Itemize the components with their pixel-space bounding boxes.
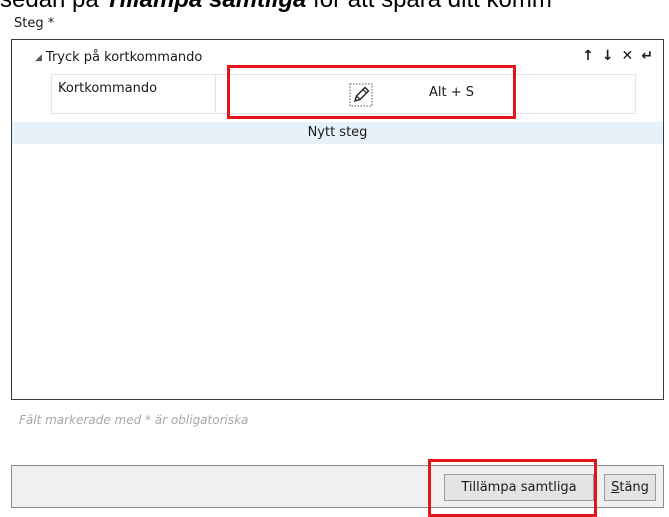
close-label-rest: täng <box>619 480 649 495</box>
step-title: Tryck på kortkommando <box>45 50 203 65</box>
close-button[interactable]: Stäng <box>604 474 656 501</box>
steps-label: Steg * <box>14 16 55 31</box>
expand-triangle-icon[interactable]: ◢ <box>35 53 42 63</box>
new-step-button[interactable]: Nytt steg <box>12 122 663 144</box>
instruction-text: sedan på Tillämpa samtliga för att spara… <box>0 0 669 12</box>
instruction-before: sedan på <box>0 0 105 12</box>
highlight-box-shortcut <box>227 65 516 119</box>
move-down-icon[interactable]: ↓ <box>602 48 614 64</box>
move-up-icon[interactable]: ↑ <box>582 48 594 64</box>
step-toolbar: ↑ ↓ ✕ ↵ <box>582 48 653 64</box>
highlight-box-apply <box>428 459 597 517</box>
step-header[interactable]: ◢ Tryck på kortkommando <box>35 50 202 65</box>
instruction-after: för att spara ditt komm <box>306 0 552 12</box>
indent-icon[interactable]: ↵ <box>641 48 653 64</box>
delete-icon[interactable]: ✕ <box>622 48 634 64</box>
required-fields-note: Fält markerade med * är obligatoriska <box>19 413 249 427</box>
parameter-name: Kortkommando <box>52 75 216 113</box>
instruction-emphasis: Tillämpa samtliga <box>105 0 306 12</box>
